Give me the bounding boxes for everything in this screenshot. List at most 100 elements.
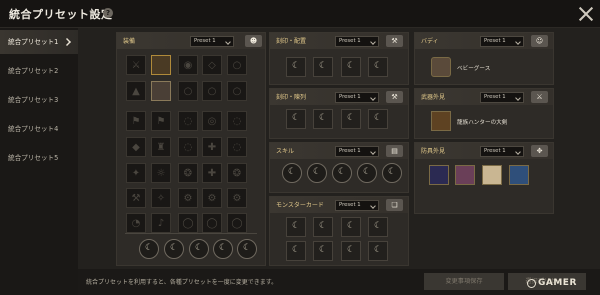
skill-slot[interactable] (282, 163, 302, 183)
sidebar-item-preset-3[interactable]: 統合プリセット3 (0, 88, 78, 112)
skill-slot[interactable] (332, 163, 352, 183)
engrave-slot[interactable] (313, 109, 333, 129)
gear-slot[interactable]: ◯ (227, 213, 247, 233)
armor-skin-slot-1-icon[interactable] (429, 165, 449, 185)
help-icon[interactable]: ? (103, 8, 113, 18)
gear-slot[interactable]: ⚑ (151, 111, 171, 131)
equipment-preset-select[interactable]: Preset 1 (190, 36, 234, 47)
engrave-slot[interactable] (313, 57, 333, 77)
character-icon[interactable]: ☻ (245, 35, 262, 47)
hammer-icon[interactable]: ⚒ (386, 35, 403, 47)
armor-skin-slot-3-icon[interactable] (482, 165, 502, 185)
save-changes-button[interactable]: 変更事項保存 (424, 273, 504, 290)
gear-slot[interactable]: ⚒ (126, 188, 146, 208)
gear-slot[interactable]: ◌ (227, 111, 247, 131)
gear-slot[interactable]: ◆ (126, 137, 146, 157)
armor-skin-preset-select[interactable]: Preset 1 (480, 146, 524, 157)
rune-slot[interactable] (164, 239, 184, 259)
gear-slot[interactable]: ❂ (178, 163, 198, 183)
gear-slot[interactable]: ✚ (202, 163, 222, 183)
watermark: GAMER (538, 278, 577, 288)
gear-slot[interactable]: ♪ (151, 213, 171, 233)
card-slot[interactable] (368, 241, 388, 261)
panel-title: スキル (276, 148, 295, 155)
equipped-helmet-icon[interactable] (151, 55, 171, 75)
engrave-slot-preset-select[interactable]: Preset 1 (335, 92, 379, 103)
armor-skin-slot-4-icon[interactable] (509, 165, 529, 185)
weapon-skin-preset-select[interactable]: Preset 1 (480, 92, 524, 103)
skill-slot[interactable] (357, 163, 377, 183)
gear-slot[interactable]: ⚙ (178, 188, 198, 208)
card-slot[interactable] (313, 241, 333, 261)
gear-slot[interactable]: ◌ (178, 137, 198, 157)
engrave-slot[interactable] (286, 109, 306, 129)
engrave-slot[interactable] (341, 109, 361, 129)
book-icon[interactable]: ▤ (386, 145, 403, 157)
hammer-icon[interactable]: ⚒ (386, 91, 403, 103)
gear-slot[interactable]: ◔ (126, 213, 146, 233)
rune-slot[interactable] (139, 239, 159, 259)
gear-slot[interactable]: ◌ (178, 111, 198, 131)
close-icon[interactable] (578, 6, 594, 22)
card-icon[interactable]: ❏ (386, 199, 403, 211)
page-indicator (330, 133, 348, 148)
gear-slot[interactable]: ○ (227, 81, 247, 101)
gear-slot[interactable]: ▲ (126, 81, 146, 101)
gear-slot[interactable]: ✦ (126, 163, 146, 183)
armor-skin-slot-2-icon[interactable] (455, 165, 475, 185)
sidebar-item-preset-2[interactable]: 統合プリセット2 (0, 59, 78, 83)
card-slot[interactable] (286, 241, 306, 261)
card-slot[interactable] (368, 217, 388, 237)
weapon-skin-panel: 武器外見 Preset 1 ⚔ 龍族ハンターの大剣 (414, 88, 554, 139)
gear-slot[interactable]: ○ (202, 81, 222, 101)
baby-goose-icon[interactable] (431, 57, 451, 77)
gear-slot[interactable]: ✚ (202, 137, 222, 157)
divider (125, 233, 257, 234)
sidebar-item-label: 統合プリセット2 (8, 67, 59, 75)
sidebar-item-preset-4[interactable]: 統合プリセット4 (0, 117, 78, 141)
engrave-slot[interactable] (368, 57, 388, 77)
gear-slot[interactable]: ♜ (151, 137, 171, 157)
gear-slot[interactable]: ◉ (178, 55, 198, 75)
equipped-armor-icon[interactable] (151, 81, 171, 101)
engrave-slot[interactable] (341, 57, 361, 77)
gear-slot[interactable]: ◯ (178, 213, 198, 233)
gear-slot[interactable]: ✧ (151, 188, 171, 208)
card-slot[interactable] (286, 217, 306, 237)
gear-slot[interactable]: ○ (227, 55, 247, 75)
gear-slot[interactable]: ⚔ (126, 55, 146, 75)
rune-slot[interactable] (213, 239, 233, 259)
gear-slot[interactable]: ◌ (227, 137, 247, 157)
sword-icon[interactable]: ⚔ (531, 91, 548, 103)
skill-slot[interactable] (307, 163, 327, 183)
gear-slot[interactable]: ◎ (202, 111, 222, 131)
gear-slot[interactable]: ☼ (151, 163, 171, 183)
pet-icon[interactable]: ☺ (531, 35, 548, 47)
panel-header: モンスターカード Preset 1 ❏ (270, 197, 408, 213)
engrave-slot[interactable] (286, 57, 306, 77)
buddy-preset-select[interactable]: Preset 1 (480, 36, 524, 47)
gear-slot[interactable]: ○ (178, 81, 198, 101)
card-slot[interactable] (313, 217, 333, 237)
engrave-main-preset-select[interactable]: Preset 1 (335, 36, 379, 47)
rune-slot[interactable] (189, 239, 209, 259)
skill-slot[interactable] (382, 163, 402, 183)
rune-slot[interactable] (237, 239, 257, 259)
gear-slot[interactable]: ⚑ (126, 111, 146, 131)
sidebar-item-preset-5[interactable]: 統合プリセット5 (0, 146, 78, 170)
gear-slot[interactable]: ◇ (202, 55, 222, 75)
gear-slot[interactable]: ◯ (202, 213, 222, 233)
gear-slot[interactable]: ❂ (227, 163, 247, 183)
card-slot[interactable] (341, 217, 361, 237)
monster-card-preset-select[interactable]: Preset 1 (335, 200, 379, 211)
gear-slot[interactable]: ⚙ (227, 188, 247, 208)
engrave-slot[interactable] (368, 109, 388, 129)
greatsword-icon[interactable] (431, 111, 451, 131)
gear-slot[interactable]: ⚙ (202, 188, 222, 208)
card-slot[interactable] (341, 241, 361, 261)
sidebar-item-preset-1[interactable]: 統合プリセット1 (0, 30, 78, 54)
armor-icon[interactable]: ✥ (531, 145, 548, 157)
panel-title: 刻印・配置 (276, 38, 307, 45)
skill-preset-select[interactable]: Preset 1 (335, 146, 379, 157)
panel-title: バディ (421, 38, 439, 45)
